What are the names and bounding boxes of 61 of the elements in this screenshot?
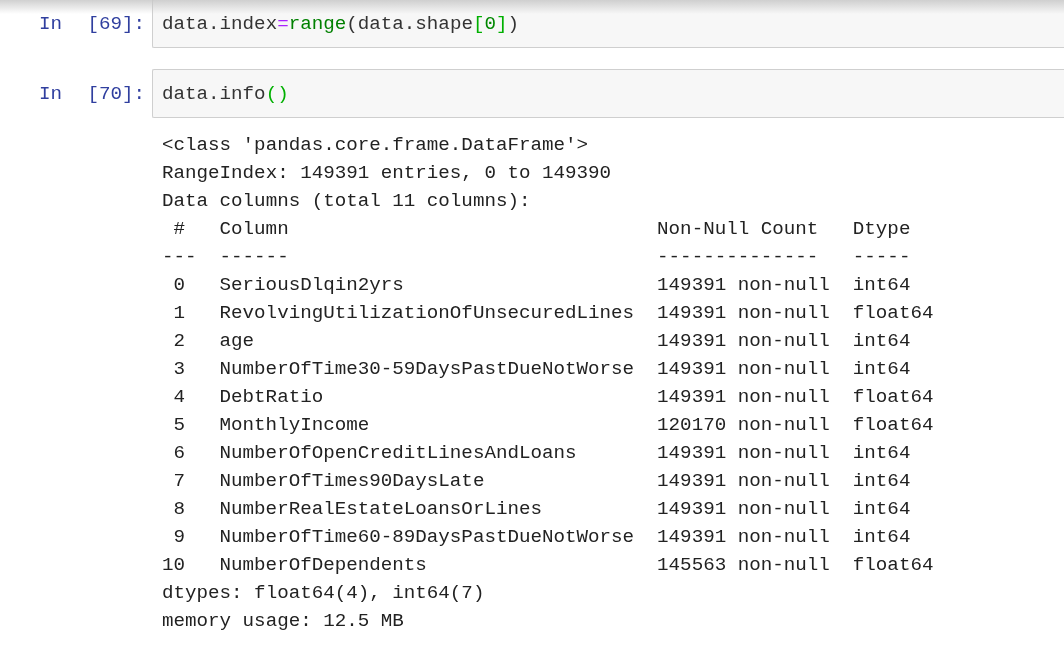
dtype-value: int64 <box>852 329 911 354</box>
non-null-count: 149391 non-null <box>657 385 830 410</box>
dash-rule: -------------- <box>657 245 819 270</box>
dtype-value: int64 <box>852 357 911 382</box>
dtype-value: float64 <box>852 553 934 578</box>
dtype-header: Dtype <box>852 217 911 242</box>
non-null-count: 149391 non-null <box>657 301 830 326</box>
row-index: 6 <box>173 441 185 466</box>
count-header: Non-Null Count <box>657 217 819 242</box>
column-name: MonthlyIncome <box>219 413 370 438</box>
output-line: memory usage: 12.5 MB <box>162 609 404 634</box>
dtype-value: int64 <box>852 441 911 466</box>
column-name: RevolvingUtilizationOfUnsecuredLines <box>219 301 635 326</box>
column-name: SeriousDlqin2yrs <box>219 273 404 298</box>
dash-rule: ----- <box>852 245 911 270</box>
non-null-count: 149391 non-null <box>657 329 830 354</box>
row-index: 7 <box>173 469 185 494</box>
non-null-count: 149391 non-null <box>657 357 830 382</box>
non-null-count: 120170 non-null <box>657 413 830 438</box>
row-index: 0 <box>173 273 185 298</box>
non-null-count: 149391 non-null <box>657 497 830 522</box>
code-input[interactable]: data.info() <box>152 69 1064 118</box>
output-line: RangeIndex: 149391 entries, 0 to 149390 <box>162 161 612 186</box>
output-line: dtypes: float64(4), int64(7) <box>162 581 485 606</box>
dtype-value: float64 <box>852 301 934 326</box>
dtype-value: int64 <box>852 273 911 298</box>
index-header: # <box>173 217 185 242</box>
row-index: 1 <box>173 301 185 326</box>
non-null-count: 149391 non-null <box>657 525 830 550</box>
column-name: NumberOfTime60-89DaysPastDueNotWorse <box>219 525 635 550</box>
column-name: DebtRatio <box>219 385 324 410</box>
code-input[interactable]: data.index=range(data.shape[0]) <box>152 0 1064 48</box>
column-name: NumberOfOpenCreditLinesAndLoans <box>219 441 577 466</box>
input-prompt: In [69]: <box>38 12 145 37</box>
input-prompt: In [70]: <box>38 82 145 107</box>
column-name: NumberOfDependents <box>219 553 427 578</box>
dash-rule: ------ <box>219 245 289 270</box>
output-line: <class 'pandas.core.frame.DataFrame'> <box>162 133 589 158</box>
non-null-count: 149391 non-null <box>657 273 830 298</box>
column-name: NumberOfTime30-59DaysPastDueNotWorse <box>219 357 635 382</box>
dtype-value: int64 <box>852 469 911 494</box>
column-name: NumberOfTimes90DaysLate <box>219 469 485 494</box>
row-index: 8 <box>173 497 185 522</box>
row-index: 4 <box>173 385 185 410</box>
row-index: 10 <box>162 553 186 578</box>
dtype-value: float64 <box>852 385 934 410</box>
column-name: NumberRealEstateLoansOrLines <box>219 497 542 522</box>
dtype-value: int64 <box>852 497 911 522</box>
non-null-count: 149391 non-null <box>657 441 830 466</box>
row-index: 9 <box>173 525 185 550</box>
output-line: Data columns (total 11 columns): <box>162 189 531 214</box>
column-name: age <box>219 329 255 354</box>
column-header: Column <box>219 217 289 242</box>
dash-rule: --- <box>162 245 197 270</box>
row-index: 5 <box>173 413 185 438</box>
non-null-count: 149391 non-null <box>657 469 830 494</box>
dtype-value: float64 <box>852 413 934 438</box>
row-index: 3 <box>173 357 185 382</box>
non-null-count: 145563 non-null <box>657 553 830 578</box>
row-index: 2 <box>173 329 185 354</box>
dtype-value: int64 <box>852 525 911 550</box>
